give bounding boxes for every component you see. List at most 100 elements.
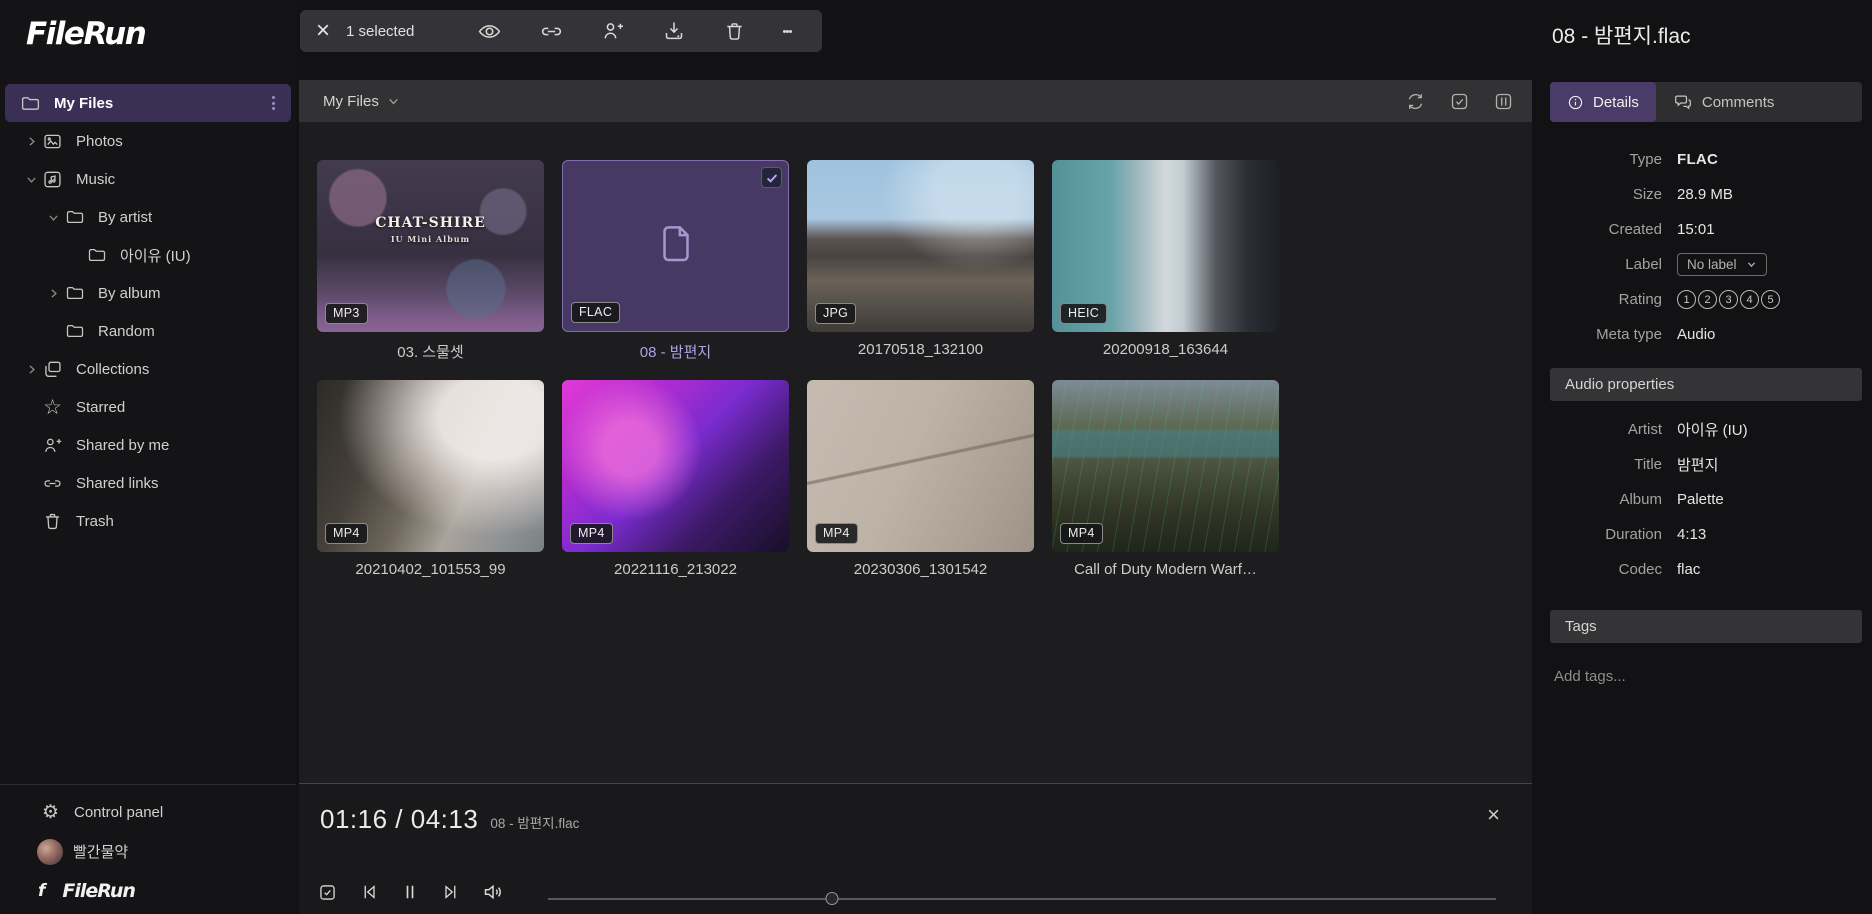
file-tile[interactable]: MP4 20210402_101553_99 <box>317 380 544 578</box>
breadcrumb[interactable]: My Files <box>323 93 400 110</box>
previous-track-icon[interactable] <box>359 882 379 902</box>
rating-star-3[interactable]: 3 <box>1719 290 1738 309</box>
file-tile[interactable]: MP4 20221116_213022 <box>562 380 789 578</box>
property-value: FLAC <box>1677 151 1718 168</box>
add-tags-input[interactable]: Add tags... <box>1554 668 1626 685</box>
details-panel: 08 - 밤편지.flac Details Comments Type FLAC… <box>1548 0 1864 914</box>
sidebar-item-label: 아이유 (IU) <box>120 245 191 266</box>
sidebar-item-shared-by-me[interactable]: Shared by me <box>0 426 296 464</box>
file-grid: CHAT-SHIREIU Mini Album MP3 03. 스물셋 FLAC… <box>299 122 1532 578</box>
file-thumbnail[interactable]: FLAC <box>562 160 789 332</box>
selected-checkbox-icon[interactable] <box>761 167 782 188</box>
seek-bar[interactable] <box>548 892 1496 906</box>
rating-control: 1 2 3 4 5 <box>1677 290 1780 309</box>
filerun-footer-brand: f FileRun <box>0 871 296 910</box>
seek-knob[interactable] <box>826 892 839 905</box>
sidebar-item-iu[interactable]: 아이유 (IU) <box>0 236 296 274</box>
player-queue-checkbox-icon[interactable] <box>317 882 338 903</box>
property-row-created: Created 15:01 <box>1548 212 1864 247</box>
sidebar-item-trash[interactable]: Trash <box>0 502 296 540</box>
delete-icon[interactable] <box>723 20 746 43</box>
chevron-down-icon[interactable] <box>20 172 42 186</box>
next-track-icon[interactable] <box>441 882 461 902</box>
folder-icon <box>20 93 41 114</box>
preview-eye-icon[interactable] <box>477 19 502 44</box>
volume-icon[interactable] <box>482 880 506 904</box>
file-properties: Type FLAC Size 28.9 MB Created 15:01 Lab… <box>1548 142 1864 352</box>
property-value: 밤편지 <box>1677 454 1718 475</box>
breadcrumb-current: My Files <box>323 93 379 110</box>
user-menu[interactable]: 빨간물약 <box>0 832 296 871</box>
chevron-down-icon[interactable] <box>42 210 64 224</box>
folder-icon <box>64 207 85 228</box>
audio-row-duration: Duration 4:13 <box>1548 517 1864 552</box>
person-plus-icon <box>42 435 63 456</box>
file-thumbnail[interactable]: MP4 <box>807 380 1034 552</box>
file-thumbnail[interactable]: CHAT-SHIREIU Mini Album MP3 <box>317 160 544 332</box>
file-tile[interactable]: JPG 20170518_132100 <box>807 160 1034 362</box>
sidebar-item-collections[interactable]: Collections <box>0 350 296 388</box>
filerun-logo: FileRun <box>26 16 145 52</box>
rating-star-5[interactable]: 5 <box>1761 290 1780 309</box>
filetype-badge: JPG <box>815 303 856 324</box>
file-thumbnail[interactable]: JPG <box>807 160 1034 332</box>
download-icon[interactable] <box>662 19 686 43</box>
audio-properties: Artist 아이유 (IU) Title 밤편지 Album Palette … <box>1548 412 1864 587</box>
filetype-badge: MP4 <box>815 523 858 544</box>
file-tile[interactable]: MP4 Call of Duty Modern Warf… <box>1052 380 1279 578</box>
username-label: 빨간물약 <box>73 841 128 862</box>
file-thumbnail[interactable]: HEIC <box>1052 160 1279 332</box>
album-art-title: CHAT-SHIRE <box>375 215 486 231</box>
sidebar-item-starred[interactable]: ☆ Starred <box>0 388 296 426</box>
file-thumbnail[interactable]: MP4 <box>1052 380 1279 552</box>
sidebar-item-label: Photos <box>76 133 123 150</box>
file-thumbnail[interactable]: MP4 <box>562 380 789 552</box>
sidebar-item-my-files[interactable]: My Files <box>5 84 291 122</box>
more-options-icon[interactable] <box>783 27 792 35</box>
audio-row-album: Album Palette <box>1548 482 1864 517</box>
property-label: Size <box>1548 186 1662 203</box>
sidebar-item-random[interactable]: Random <box>0 312 296 350</box>
property-row-type: Type FLAC <box>1548 142 1864 177</box>
clear-selection-icon[interactable]: × <box>316 19 330 43</box>
rating-star-4[interactable]: 4 <box>1740 290 1759 309</box>
tab-details[interactable]: Details <box>1550 82 1656 122</box>
share-link-icon[interactable] <box>539 19 564 44</box>
file-tile-selected[interactable]: FLAC 08 - 밤편지 <box>562 160 789 362</box>
sidebar-item-photos[interactable]: Photos <box>0 122 296 160</box>
trash-icon <box>42 511 63 532</box>
sidebar-item-label: Music <box>76 171 115 188</box>
sidebar-item-by-album[interactable]: By album <box>0 274 296 312</box>
property-label: Artist <box>1548 421 1662 438</box>
property-value: Palette <box>1677 491 1724 508</box>
view-options-icon[interactable] <box>1493 91 1514 112</box>
select-all-checkbox-icon[interactable] <box>1449 91 1470 112</box>
player-close-icon[interactable]: × <box>1487 804 1500 826</box>
sidebar-item-by-artist[interactable]: By artist <box>0 198 296 236</box>
seek-track[interactable] <box>548 898 1496 900</box>
rating-star-1[interactable]: 1 <box>1677 290 1696 309</box>
file-tile[interactable]: CHAT-SHIREIU Mini Album MP3 03. 스물셋 <box>317 160 544 362</box>
tab-comments[interactable]: Comments <box>1656 82 1792 122</box>
filetype-badge: FLAC <box>571 302 620 323</box>
chevron-right-icon[interactable] <box>20 134 42 148</box>
chevron-right-icon[interactable] <box>42 286 64 300</box>
control-panel-button[interactable]: ⚙ Control panel <box>0 793 296 832</box>
pause-icon[interactable] <box>400 882 420 902</box>
audio-row-title: Title 밤편지 <box>1548 447 1864 482</box>
sidebar-item-music[interactable]: Music <box>0 160 296 198</box>
my-files-menu-icon[interactable] <box>266 94 281 113</box>
file-thumbnail[interactable]: MP4 <box>317 380 544 552</box>
file-tile[interactable]: HEIC 20200918_163644 <box>1052 160 1279 362</box>
label-select[interactable]: No label <box>1677 253 1767 276</box>
chevron-right-icon[interactable] <box>20 362 42 376</box>
filetype-badge: MP3 <box>325 303 368 324</box>
tags-header: Tags <box>1550 610 1862 643</box>
sidebar-item-shared-links[interactable]: Shared links <box>0 464 296 502</box>
file-tile[interactable]: MP4 20230306_1301542 <box>807 380 1034 578</box>
tab-details-label: Details <box>1593 94 1639 111</box>
audio-properties-header: Audio properties <box>1550 368 1862 401</box>
share-user-icon[interactable] <box>601 19 625 43</box>
rating-star-2[interactable]: 2 <box>1698 290 1717 309</box>
refresh-icon[interactable] <box>1405 91 1426 112</box>
